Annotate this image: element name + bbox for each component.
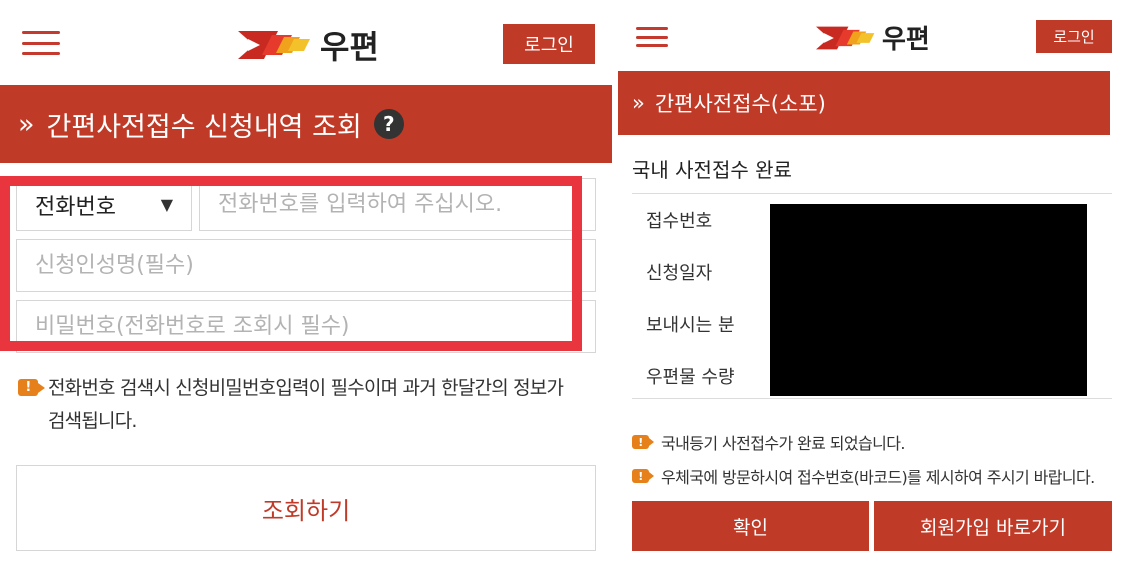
search-type-value: 전화번호: [35, 194, 116, 220]
inquiry-panel: 우편 로그인 » 간편사전접수 신청내역 조회 ? 전화번호 ▼ ! 전화번호 …: [0, 0, 612, 578]
completion-notice-text: 국내등기 사전접수가 완료 되었습니다.: [661, 434, 905, 453]
request-date-label: 신청일자: [646, 263, 713, 284]
logo-text: 우편: [882, 25, 930, 55]
search-button[interactable]: 조회하기: [16, 465, 596, 551]
receipt-number-label: 접수번호: [646, 211, 713, 232]
applicant-name-input[interactable]: [17, 240, 595, 291]
post-logo[interactable]: 우편: [238, 22, 379, 68]
mail-quantity-label: 우편물 수량: [646, 367, 735, 388]
password-field-wrap: [16, 300, 596, 353]
sender-label: 보내시는 분: [646, 315, 735, 336]
divider-top: [632, 193, 1112, 194]
chevron-down-icon: ▼: [160, 195, 173, 214]
confirm-button[interactable]: 확인: [632, 501, 869, 551]
page-title-bar: » 간편사전접수 신청내역 조회 ?: [0, 85, 612, 163]
login-button[interactable]: 로그인: [503, 24, 595, 64]
visit-notice: ! 우체국에 방문하시여 접수번호(바코드)를 제시하여 주시기 바랍니다.: [632, 464, 1095, 488]
phone-number-field-wrap: [199, 178, 596, 231]
phone-number-input[interactable]: [200, 179, 595, 230]
page-title-bar: » 간편사전접수(소포): [618, 71, 1110, 135]
page-title: 간편사전접수(소포): [654, 92, 826, 116]
post-logo-icon: [816, 26, 875, 49]
search-notice-line1: 전화번호 검색시 신청비밀번호입력이 필수이며 과거 한달간의 정보가: [48, 377, 564, 399]
completion-notice: ! 국내등기 사전접수가 완료 되었습니다.: [632, 430, 905, 454]
post-logo[interactable]: 우편: [816, 19, 930, 56]
redacted-details: [770, 204, 1087, 396]
search-type-select[interactable]: 전화번호 ▼: [16, 178, 192, 231]
menu-icon[interactable]: [636, 27, 668, 47]
logo-text: 우편: [320, 28, 379, 66]
help-icon[interactable]: ?: [373, 109, 404, 139]
login-button[interactable]: 로그인: [1036, 20, 1112, 53]
alert-icon: !: [632, 469, 649, 483]
menu-icon[interactable]: [22, 31, 60, 55]
visit-notice-text: 우체국에 방문하시여 접수번호(바코드)를 제시하여 주시기 바랍니다.: [661, 468, 1095, 487]
post-logo-icon: [238, 31, 310, 59]
section-title: 국내 사전접수 완료: [632, 158, 792, 182]
receipt-complete-panel: 우편 로그인 » 간편사전접수(소포) 국내 사전접수 완료 접수번호 신청일자…: [618, 0, 1125, 578]
signup-shortcut-button[interactable]: 회원가입 바로가기: [874, 501, 1112, 551]
divider-bottom: [632, 398, 1112, 399]
alert-icon: !: [632, 435, 649, 449]
applicant-name-field-wrap: [16, 239, 596, 292]
chevron-icon: »: [18, 108, 35, 140]
search-notice: ! 전화번호 검색시 신청비밀번호입력이 필수이며 과거 한달간의 정보가 검색…: [18, 372, 598, 438]
alert-icon: !: [18, 379, 38, 396]
page-title: 간편사전접수 신청내역 조회: [46, 111, 362, 143]
search-notice-line2: 검색됩니다.: [48, 410, 137, 432]
search-notice-text: 전화번호 검색시 신청비밀번호입력이 필수이며 과거 한달간의 정보가 검색됩니…: [48, 372, 564, 438]
password-input[interactable]: [17, 301, 595, 352]
chevron-icon: »: [632, 91, 645, 115]
